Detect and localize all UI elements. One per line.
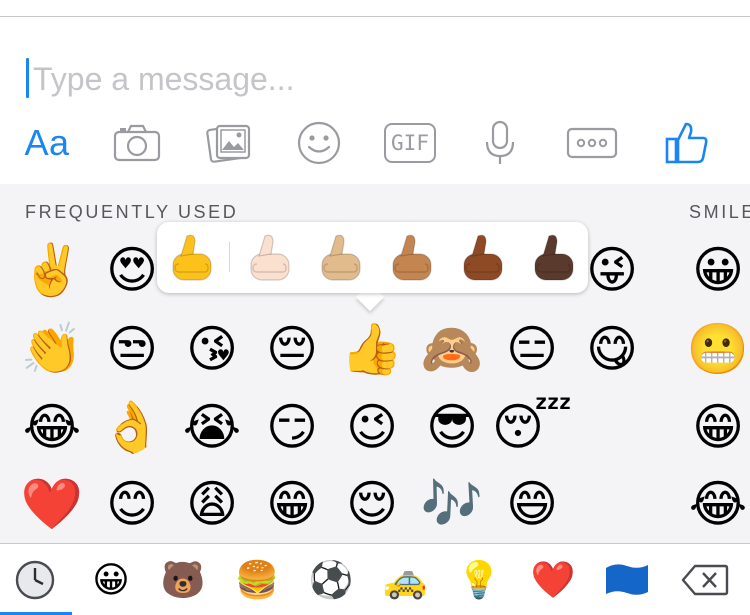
skin-tone-option[interactable] bbox=[385, 230, 440, 285]
emoji-key[interactable]: 😭 bbox=[182, 397, 242, 457]
gif-icon: GIF bbox=[384, 123, 436, 163]
emoji-key[interactable]: 😋 bbox=[582, 319, 642, 379]
voice-button[interactable] bbox=[478, 115, 522, 171]
food-icon: 🍔 bbox=[234, 560, 280, 601]
animals-icon: 🐻 bbox=[160, 560, 206, 601]
emoji-key[interactable]: 😄 bbox=[502, 474, 562, 534]
emoji-key[interactable]: 😔 bbox=[262, 319, 322, 379]
more-options-button[interactable] bbox=[565, 115, 619, 171]
emoji-button[interactable] bbox=[294, 115, 344, 171]
emoji-key[interactable]: 😂 bbox=[22, 397, 82, 457]
activity-icon: ⚽ bbox=[308, 560, 354, 601]
category-smileys-tab[interactable]: 😀 bbox=[86, 556, 136, 604]
microphone-icon bbox=[485, 120, 515, 164]
skin-tone-option[interactable] bbox=[456, 230, 511, 285]
thumbs-up-icon bbox=[172, 234, 212, 281]
emoji-key[interactable]: 😴 bbox=[492, 397, 572, 457]
message-composer: Type a message... Aa GIF bbox=[0, 17, 750, 184]
emoji-key[interactable]: 👍 bbox=[341, 319, 403, 379]
emoji-key[interactable]: 😑 bbox=[502, 319, 562, 379]
emoji-key[interactable]: 😬 bbox=[687, 319, 749, 379]
text-caret bbox=[26, 58, 29, 98]
emoji-key[interactable]: 🎶 bbox=[421, 474, 483, 534]
emoji-key[interactable]: 😍 bbox=[102, 240, 162, 300]
emoji-key[interactable]: 😏 bbox=[262, 397, 322, 457]
text-format-label: Aa bbox=[24, 122, 70, 163]
category-animals-tab[interactable]: 🐻 bbox=[158, 556, 208, 604]
thumbs-up-icon bbox=[392, 234, 432, 281]
thumbs-up-icon bbox=[534, 234, 574, 281]
emoji-key[interactable]: 😁 bbox=[688, 397, 748, 457]
travel-icon: 🚕 bbox=[382, 560, 428, 601]
emoji-key[interactable]: 😂 bbox=[688, 474, 748, 534]
skin-tone-option[interactable] bbox=[527, 230, 582, 285]
category-activity-tab[interactable]: ⚽ bbox=[306, 556, 356, 604]
camera-icon bbox=[113, 124, 161, 162]
emoji-key[interactable]: 😜 bbox=[582, 240, 642, 300]
emoji-key[interactable]: 👏 bbox=[21, 319, 83, 379]
photo-gallery-button[interactable] bbox=[204, 115, 254, 171]
smiley-icon bbox=[297, 121, 341, 165]
thumbs-up-icon bbox=[665, 122, 708, 164]
category-symbols-tab[interactable]: ❤️ bbox=[528, 556, 578, 604]
category-delete-tab[interactable] bbox=[680, 556, 730, 604]
clock-icon bbox=[15, 560, 55, 600]
objects-icon: 💡 bbox=[456, 560, 502, 601]
emoji-key[interactable]: 😁 bbox=[262, 474, 322, 534]
more-icon bbox=[566, 127, 618, 159]
emoji-key[interactable]: 😘 bbox=[182, 319, 242, 379]
skin-tone-option[interactable] bbox=[165, 230, 220, 285]
text-format-button[interactable]: Aa bbox=[18, 115, 76, 171]
gif-button[interactable]: GIF bbox=[382, 115, 438, 171]
composer-toolbar: Aa GIF bbox=[0, 115, 750, 171]
backspace-icon bbox=[681, 564, 729, 596]
message-input[interactable]: Type a message... bbox=[33, 61, 294, 98]
skin-tone-option[interactable] bbox=[314, 230, 369, 285]
emoji-key[interactable]: 😀 bbox=[688, 240, 748, 300]
flag-icon bbox=[606, 564, 648, 595]
emoji-key[interactable]: 🙈 bbox=[421, 319, 483, 379]
category-food-tab[interactable]: 🍔 bbox=[232, 556, 282, 604]
thumbs-up-icon bbox=[321, 234, 361, 281]
emoji-key[interactable]: 😩 bbox=[182, 474, 242, 534]
emoji-key[interactable]: 😎 bbox=[422, 397, 482, 457]
emoji-key[interactable]: 😒 bbox=[102, 319, 162, 379]
like-button[interactable] bbox=[662, 115, 712, 171]
thumbs-up-icon bbox=[463, 234, 503, 281]
popup-separator bbox=[229, 242, 230, 272]
smileys-title: SMILE bbox=[689, 202, 750, 222]
emoji-key[interactable]: ❤️ bbox=[21, 474, 83, 534]
emoji-key[interactable]: 😊 bbox=[102, 474, 162, 534]
thumbs-up-icon bbox=[250, 234, 290, 281]
emoji-key[interactable]: 👌 bbox=[101, 397, 163, 457]
frequently-used-title: FREQUENTLY USED bbox=[25, 202, 239, 222]
skin-tone-popup bbox=[157, 222, 588, 293]
smileys-icon: 😀 bbox=[92, 559, 130, 601]
symbols-icon: ❤️ bbox=[530, 560, 576, 601]
photo-gallery-icon bbox=[206, 124, 251, 163]
skin-tone-option[interactable] bbox=[243, 230, 298, 285]
emoji-key[interactable]: 😉 bbox=[342, 397, 402, 457]
emoji-key[interactable]: ✌️ bbox=[21, 240, 83, 300]
camera-button[interactable] bbox=[110, 115, 164, 171]
gif-label: GIF bbox=[391, 131, 429, 155]
category-objects-tab[interactable]: 💡 bbox=[454, 556, 504, 604]
emoji-key[interactable]: 😌 bbox=[342, 474, 402, 534]
category-bar: 😀 🐻 🍔 ⚽ 🚕 💡 ❤️ bbox=[0, 543, 750, 615]
category-recent-tab[interactable] bbox=[10, 556, 60, 604]
category-travel-tab[interactable]: 🚕 bbox=[380, 556, 430, 604]
category-flags-tab[interactable] bbox=[602, 556, 652, 604]
